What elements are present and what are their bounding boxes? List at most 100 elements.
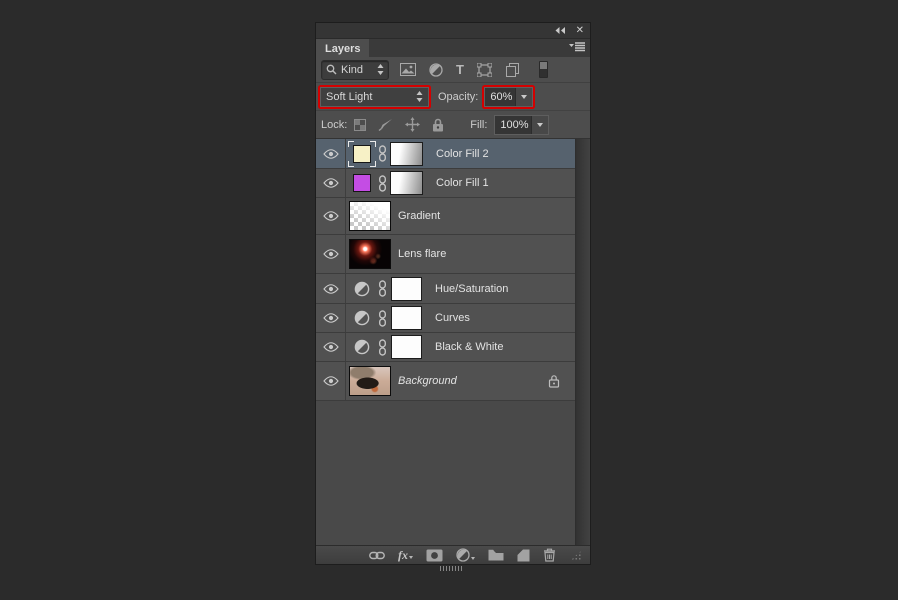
mask-link-icon[interactable] [378, 280, 387, 297]
opacity-value: 60% [490, 90, 513, 103]
visibility-eye-icon[interactable] [316, 333, 346, 361]
layer-mask-thumbnail[interactable] [390, 171, 423, 195]
spinner-arrows-icon [377, 64, 384, 75]
visibility-eye-icon[interactable] [316, 169, 346, 197]
layer-row-lens-flare[interactable]: Lens flare [316, 235, 576, 274]
tab-layers-label: Layers [325, 43, 361, 55]
mask-link-icon[interactable] [378, 309, 387, 327]
layer-name: Color Fill 1 [436, 177, 489, 189]
tab-layers[interactable]: Layers [316, 39, 370, 57]
fill-dropdown-button[interactable] [531, 115, 549, 134]
chevron-down-icon [471, 557, 475, 560]
visibility-eye-icon[interactable] [316, 304, 346, 332]
layer-row-curves[interactable]: Curves [316, 304, 576, 333]
layers-panel-toolbar: fx [316, 545, 590, 564]
layer-row-background[interactable]: Background [316, 362, 576, 401]
mask-link-icon[interactable] [378, 174, 387, 192]
blend-mode-highlight: Soft Light [320, 86, 429, 107]
opacity-dropdown-button[interactable] [515, 87, 533, 106]
layer-name: Color Fill 2 [436, 147, 489, 160]
lock-pixels-brush-icon[interactable] [378, 118, 393, 131]
adjustment-layer-icon[interactable] [354, 339, 370, 355]
thumbnail-frame [348, 170, 376, 196]
lock-all-icon[interactable] [432, 118, 444, 132]
blend-mode-value: Soft Light [326, 90, 373, 103]
panel-drag-handle[interactable] [440, 566, 464, 571]
link-layers-button[interactable] [369, 551, 385, 560]
layer-name: Hue/Saturation [435, 282, 509, 295]
fill-value: 100% [500, 118, 529, 131]
opacity-label: Opacity: [438, 90, 479, 103]
adjustment-layer-icon[interactable] [354, 281, 370, 297]
fill-field[interactable]: 100% [494, 114, 550, 135]
type-layer-filter-icon[interactable]: T [456, 63, 464, 76]
layer-name: Gradient [398, 210, 441, 222]
layer-thumbnail[interactable] [349, 239, 391, 269]
layer-mask-thumbnail[interactable] [391, 276, 422, 301]
layer-row-gradient[interactable]: Gradient [316, 198, 576, 235]
filter-bar: Kind T [316, 57, 590, 83]
filter-kind-label: Kind [341, 63, 364, 76]
spinner-arrows-icon [416, 91, 423, 102]
filter-kind-dropdown[interactable]: Kind [321, 59, 389, 80]
layer-mask-thumbnail[interactable] [390, 141, 423, 166]
new-adjustment-layer-button[interactable] [456, 548, 475, 562]
layer-thumbnail[interactable] [349, 201, 391, 231]
layer-thumbnail[interactable] [349, 366, 391, 396]
selection-brackets [348, 140, 376, 167]
panel-resize-grip[interactable] [571, 550, 582, 560]
panel-tabbar: Layers [316, 39, 590, 57]
fill-color-thumbnail[interactable] [353, 144, 371, 163]
mask-link-icon[interactable] [378, 338, 387, 356]
blend-mode-dropdown[interactable]: Soft Light [320, 86, 429, 107]
new-group-folder-button[interactable] [488, 549, 504, 561]
search-icon [326, 64, 337, 75]
visibility-eye-icon[interactable] [316, 198, 346, 234]
layer-style-fx-button[interactable]: fx [398, 549, 413, 561]
layer-mask-thumbnail[interactable] [391, 335, 422, 359]
adjustment-layer-filter-icon[interactable] [429, 62, 443, 77]
adjustment-layer-icon[interactable] [354, 310, 370, 326]
filter-type-icons: T [400, 61, 548, 78]
collapse-panel-icon[interactable] [555, 27, 566, 34]
panel-menu-icon[interactable] [569, 42, 585, 53]
lock-label: Lock: [321, 118, 348, 131]
close-icon[interactable]: ✕ [576, 25, 584, 36]
lock-position-move-icon[interactable] [405, 117, 421, 132]
visibility-eye-icon[interactable] [316, 235, 346, 273]
visibility-eye-icon[interactable] [316, 139, 346, 168]
chevron-down-icon [409, 556, 413, 559]
fx-label: fx [398, 548, 408, 562]
lock-bar: Lock: Fill: 100% [316, 111, 590, 139]
lock-transparency-icon[interactable] [354, 118, 367, 131]
layer-list: Color Fill 2 Color Fill 1 Gradient Lens … [316, 139, 590, 545]
layers-panel: ✕ Layers Kind T Soft Light Opacity: 60% … [315, 22, 591, 565]
visibility-eye-icon[interactable] [316, 362, 346, 400]
opacity-highlight: 60% [484, 86, 534, 107]
pixel-layer-filter-icon[interactable] [400, 63, 416, 76]
layer-mask-thumbnail[interactable] [391, 306, 422, 330]
new-layer-button[interactable] [517, 549, 530, 562]
fill-label: Fill: [470, 118, 488, 131]
filtering-toggle[interactable] [538, 61, 548, 78]
lock-icons [354, 117, 444, 132]
smart-object-filter-icon[interactable] [505, 62, 520, 77]
panel-titlebar: ✕ [316, 23, 590, 39]
opacity-field[interactable]: 60% [484, 86, 534, 107]
add-layer-mask-button[interactable] [426, 549, 443, 562]
delete-layer-trash-button[interactable] [543, 548, 556, 562]
layer-name: Black & White [435, 341, 504, 353]
fill-color-thumbnail[interactable] [353, 174, 371, 192]
layer-row-color-fill-2[interactable]: Color Fill 2 [316, 139, 576, 169]
mask-link-icon[interactable] [378, 145, 387, 162]
blend-options-bar: Soft Light Opacity: 60% [316, 83, 590, 111]
layer-row-color-fill-1[interactable]: Color Fill 1 [316, 169, 576, 198]
layer-name: Lens flare [398, 248, 447, 260]
chevron-down-icon [537, 122, 544, 127]
visibility-eye-icon[interactable] [316, 274, 346, 303]
layer-row-hue-saturation[interactable]: Hue/Saturation [316, 274, 576, 304]
shape-layer-filter-icon[interactable] [476, 62, 492, 77]
background-lock-icon [548, 374, 560, 388]
chevron-down-icon [521, 94, 528, 99]
layer-row-black-white[interactable]: Black & White [316, 333, 576, 362]
